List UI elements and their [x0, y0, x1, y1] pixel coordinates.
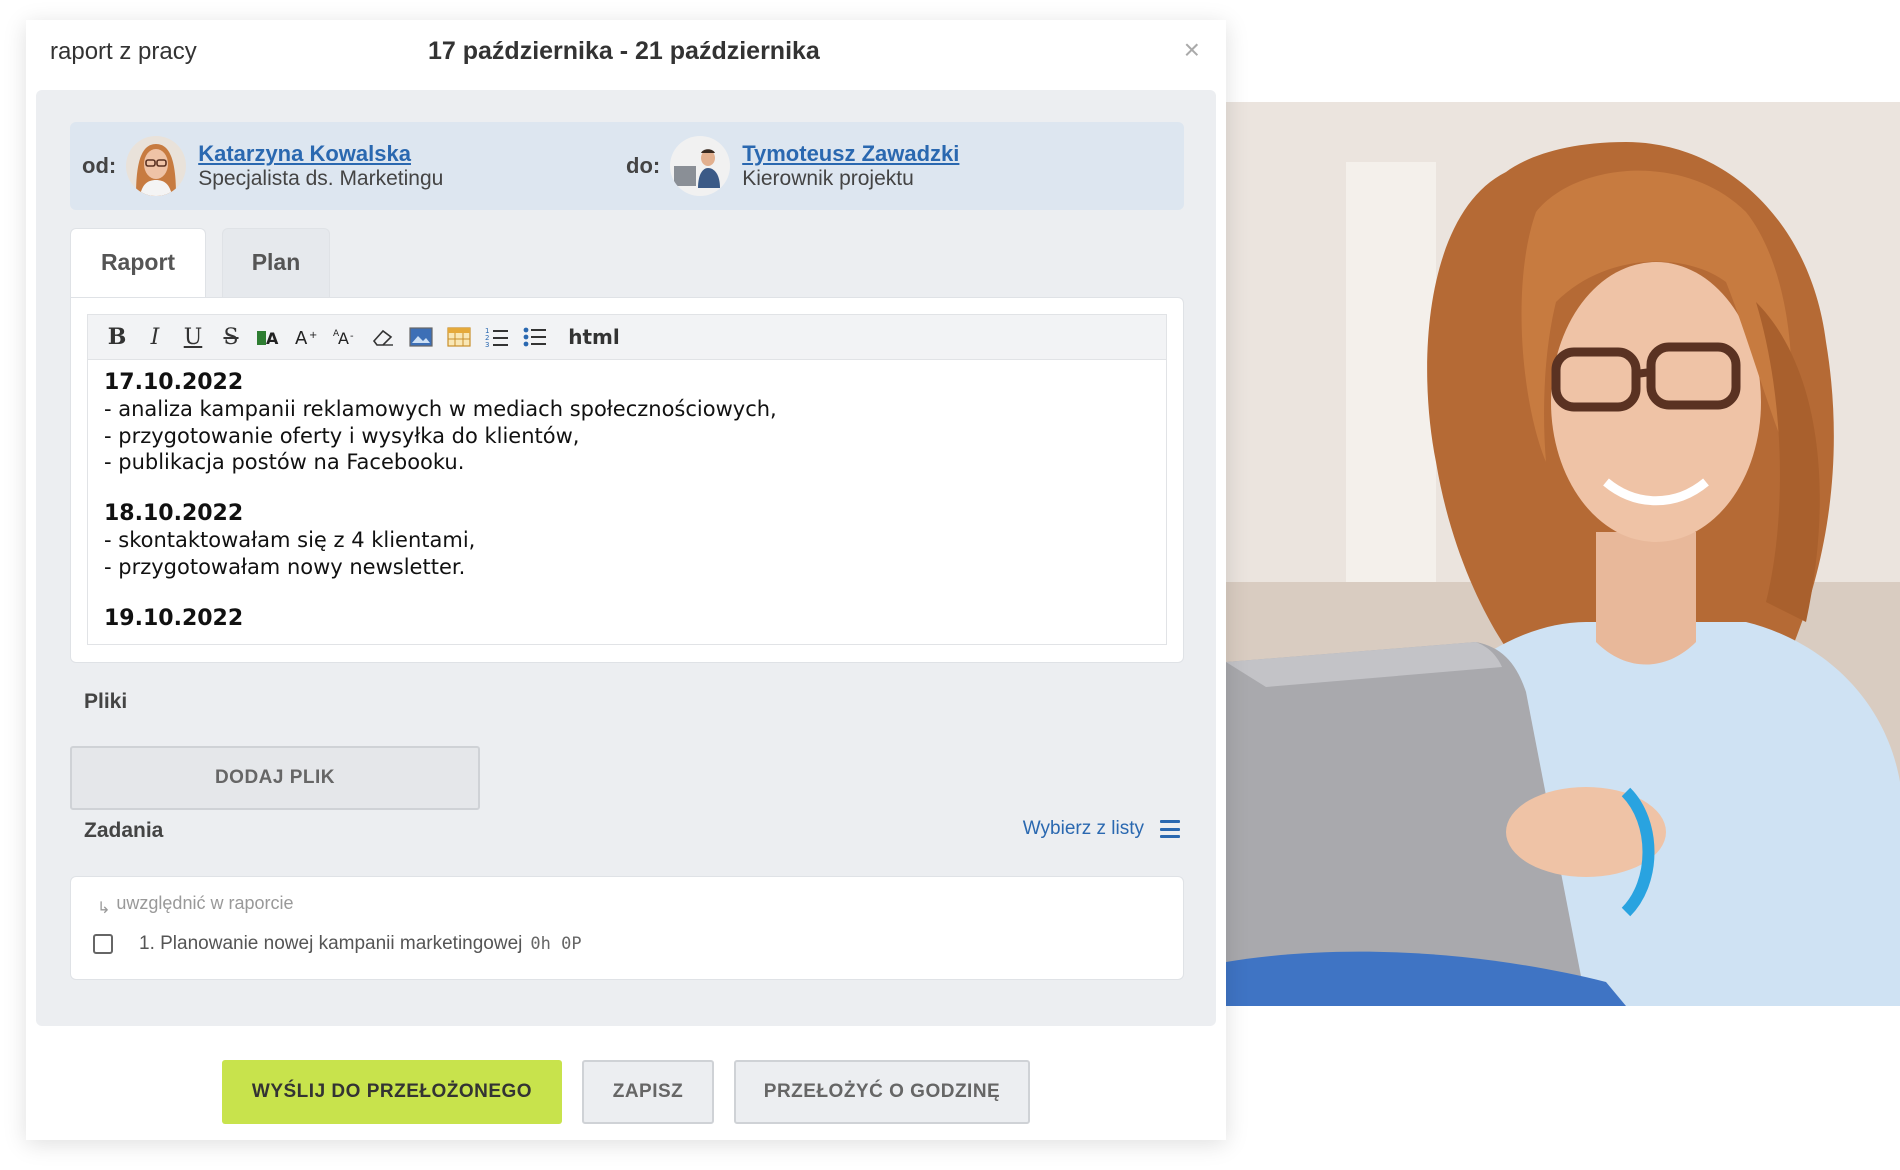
- send-to-supervisor-button[interactable]: WYŚLIJ DO PRZEŁOŻONEGO: [222, 1060, 562, 1124]
- day-line: - analiza kampanii reklamowych w mediach…: [104, 397, 777, 422]
- eraser-icon[interactable]: [364, 318, 402, 356]
- font-size-increase-icon[interactable]: A +: [288, 318, 326, 356]
- recipient: do: Tymoteusz Zawadzki Kierownik projekt…: [626, 132, 959, 200]
- tab-raport[interactable]: Raport: [70, 228, 206, 298]
- save-button[interactable]: ZAPISZ: [582, 1060, 714, 1124]
- editor-card: B I U S A A + AA- 1 2 3 html 17.10.2022 …: [70, 297, 1184, 663]
- sender-label: od:: [82, 153, 117, 178]
- recipient-name-link[interactable]: Tymoteusz Zawadzki: [742, 141, 959, 167]
- font-size-decrease-icon[interactable]: AA-: [326, 318, 364, 356]
- image-icon[interactable]: [402, 318, 440, 356]
- task-include-checkbox[interactable]: [93, 934, 113, 954]
- day-line: - przygotowałam nowy newsletter.: [104, 554, 466, 579]
- sender: od: Katarzyna Kowalska Specjalista ds. M…: [82, 132, 443, 200]
- recipient-avatar-image: [670, 136, 731, 196]
- svg-text:A: A: [338, 329, 349, 348]
- day-date: 17.10.2022: [104, 370, 244, 395]
- report-date-range: 17 października - 21 października: [428, 37, 820, 65]
- strikethrough-button[interactable]: S: [212, 318, 250, 356]
- postpone-hour-button[interactable]: PRZEŁOŻYĆ O GODZINĘ: [734, 1060, 1030, 1124]
- svg-text:A: A: [295, 328, 308, 348]
- people-bar: od: Katarzyna Kowalska Specjalista ds. M…: [70, 122, 1184, 210]
- dialog-kind: raport z pracy: [50, 38, 197, 65]
- underline-button[interactable]: U: [174, 318, 212, 356]
- task-time: 0h 0P: [530, 934, 582, 954]
- day-date: 19.10.2022: [104, 606, 244, 632]
- add-file-button[interactable]: DODAJ PLIK: [70, 746, 480, 810]
- svg-text:-: -: [350, 331, 354, 342]
- work-report-dialog: raport z pracy 17 października - 21 paźd…: [26, 20, 1226, 1140]
- sender-role: Specjalista ds. Marketingu: [198, 167, 444, 190]
- day-line: - przygotowanie oferty i wysyłka do klie…: [104, 423, 580, 448]
- ordered-list-icon[interactable]: 123: [478, 318, 516, 356]
- day-line: - skontaktowałam się z 4 klientami,: [104, 528, 476, 553]
- list-menu-icon: [1160, 820, 1180, 838]
- photo-illustration: [1226, 102, 1900, 1006]
- unordered-list-icon[interactable]: [516, 318, 554, 356]
- include-in-report-hint: ↳ uwzględnić w raporcie: [97, 893, 294, 917]
- svg-text:3: 3: [485, 341, 489, 348]
- italic-button[interactable]: I: [136, 318, 174, 356]
- choose-from-list-link[interactable]: Wybierz z listy: [1023, 818, 1180, 840]
- sender-avatar: [126, 136, 187, 196]
- sender-avatar-image: [126, 136, 187, 196]
- svg-text:A: A: [266, 329, 279, 348]
- tasks-box: ↳ uwzględnić w raporcie 1. Planowanie no…: [70, 876, 1184, 980]
- recipient-avatar: [670, 136, 731, 196]
- svg-text:+: +: [309, 330, 317, 341]
- screen: raport z pracy 17 października - 21 paźd…: [0, 0, 1900, 1170]
- font-color-icon[interactable]: A: [250, 318, 288, 356]
- dialog-header: raport z pracy 17 października - 21 paźd…: [26, 20, 1226, 92]
- files-heading: Pliki: [84, 690, 128, 713]
- recipient-role: Kierownik projektu: [742, 167, 914, 190]
- html-source-button[interactable]: html: [564, 318, 624, 356]
- tab-plan[interactable]: Plan: [222, 228, 330, 298]
- day-date: 18.10.2022: [104, 501, 244, 527]
- report-text-editor[interactable]: 17.10.2022 - analiza kampanii reklamowyc…: [87, 360, 1167, 645]
- choose-from-list-label: Wybierz z listy: [1022, 818, 1144, 839]
- editor-toolbar: B I U S A A + AA- 1 2 3 html: [87, 314, 1167, 360]
- include-hint-label: uwzględnić w raporcie: [116, 893, 294, 913]
- woman-laptop-photo: [1226, 102, 1900, 1006]
- task-item: 1. Planowanie nowej kampanii marketingow…: [93, 933, 582, 955]
- report-panel: od: Katarzyna Kowalska Specjalista ds. M…: [36, 90, 1216, 1026]
- day-line: - publikacja postów na Facebooku.: [104, 449, 465, 474]
- corner-arrow-icon: ↳: [97, 899, 111, 917]
- recipient-label: do:: [626, 153, 661, 178]
- tasks-heading: Zadania: [84, 819, 164, 842]
- task-name: 1. Planowanie nowej kampanii marketingow…: [139, 933, 523, 954]
- table-icon[interactable]: [440, 318, 478, 356]
- sender-name-link[interactable]: Katarzyna Kowalska: [198, 141, 443, 167]
- bold-button[interactable]: B: [98, 318, 136, 356]
- close-icon[interactable]: ×: [1184, 36, 1200, 64]
